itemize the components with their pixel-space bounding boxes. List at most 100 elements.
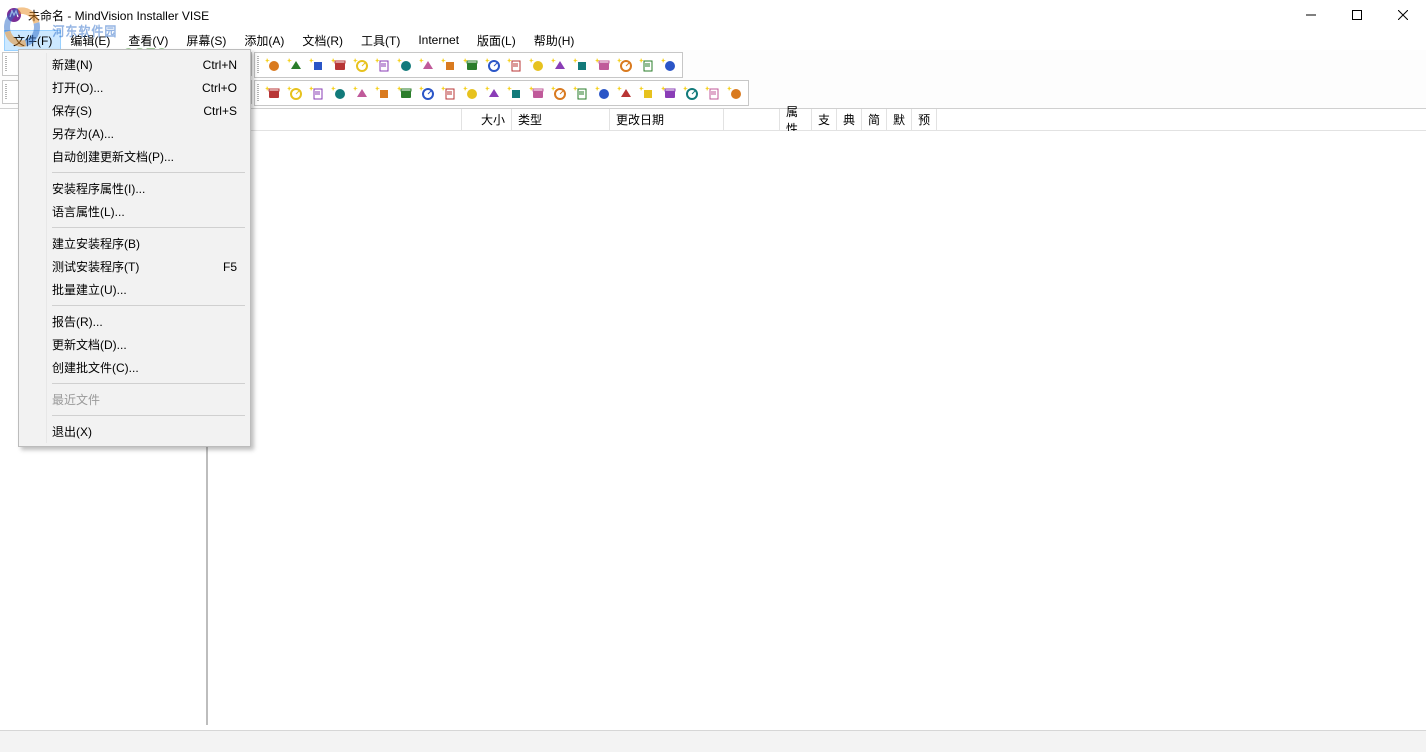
mi-update-doc[interactable]: 更新文档(D)... xyxy=(22,333,247,356)
menu-separator xyxy=(52,383,245,384)
tb2-pict[interactable] xyxy=(439,83,459,103)
menu-separator xyxy=(52,172,245,173)
tb-folder[interactable] xyxy=(593,55,613,75)
tb-run[interactable] xyxy=(615,55,635,75)
menu-item-shortcut: F5 xyxy=(223,260,237,274)
tb-compass[interactable] xyxy=(351,55,371,75)
menu-item-label: 新建(N) xyxy=(52,56,93,73)
col-rest[interactable] xyxy=(937,109,1426,130)
tb2-gear2[interactable] xyxy=(681,83,701,103)
tb-globe-spark[interactable] xyxy=(263,55,283,75)
col-c2[interactable]: 典 xyxy=(837,109,862,130)
tb2-qmark[interactable] xyxy=(263,83,283,103)
tb-page[interactable] xyxy=(659,55,679,75)
menu-item-label: 批量建立(U)... xyxy=(52,281,127,298)
menu-item-shortcut: Ctrl+N xyxy=(203,58,237,72)
tb2-panel[interactable] xyxy=(549,83,569,103)
tb2-square[interactable] xyxy=(593,83,613,103)
menu-file[interactable]: 文件(F) xyxy=(4,30,61,51)
mi-lang-props[interactable]: 语言属性(L)... xyxy=(22,200,247,223)
mi-install-props[interactable]: 安装程序属性(I)... xyxy=(22,177,247,200)
menu-archive[interactable]: 文档(R) xyxy=(293,30,352,51)
tb2-clock[interactable] xyxy=(395,83,415,103)
menu-tools[interactable]: 工具(T) xyxy=(352,30,409,51)
tb-file-spark[interactable] xyxy=(549,55,569,75)
menu-item-shortcut: Ctrl+O xyxy=(202,81,237,95)
menu-separator xyxy=(52,305,245,306)
tb-doc[interactable] xyxy=(439,55,459,75)
mi-test[interactable]: 测试安装程序(T) F5 xyxy=(22,255,247,278)
tb2-puzzle[interactable] xyxy=(505,83,525,103)
mi-exit[interactable]: 退出(X) xyxy=(22,420,247,443)
col-attr[interactable]: 属性 xyxy=(780,109,812,130)
tb-window[interactable] xyxy=(417,55,437,75)
mi-create-batch[interactable]: 创建批文件(C)... xyxy=(22,356,247,379)
tb-form[interactable] xyxy=(461,55,481,75)
col-c1[interactable]: 支 xyxy=(812,109,837,130)
tb-lines[interactable] xyxy=(307,55,327,75)
tb2-box[interactable] xyxy=(637,83,657,103)
tb-sheet[interactable] xyxy=(505,55,525,75)
menu-layout[interactable]: 版面(L) xyxy=(468,30,525,51)
col-date[interactable]: 更改日期 xyxy=(610,109,724,130)
menu-item-label: 语言属性(L)... xyxy=(52,203,125,220)
tb2-last[interactable] xyxy=(725,83,745,103)
menu-item-label: 另存为(A)... xyxy=(52,125,114,142)
tb-sun[interactable] xyxy=(395,55,415,75)
tb2-brush[interactable] xyxy=(461,83,481,103)
mi-autoupdate[interactable]: 自动创建更新文档(P)... xyxy=(22,145,247,168)
tb-note[interactable] xyxy=(527,55,547,75)
mi-save[interactable]: 保存(S)Ctrl+S xyxy=(22,99,247,122)
tb2-stop[interactable] xyxy=(659,83,679,103)
mi-report[interactable]: 报告(R)... xyxy=(22,310,247,333)
menu-item-label: 保存(S) xyxy=(52,102,92,119)
menu-add[interactable]: 添加(A) xyxy=(235,30,293,51)
tb2-doc[interactable] xyxy=(351,83,371,103)
list-pane: 大小 类型 更改日期 属性 支 典 简 默 预 xyxy=(208,109,1426,725)
app-icon xyxy=(6,7,22,23)
col-c5[interactable]: 预 xyxy=(912,109,937,130)
tb2-star[interactable] xyxy=(527,83,547,103)
col-c3[interactable]: 简 xyxy=(862,109,887,130)
tb2-lines[interactable] xyxy=(329,83,349,103)
mi-recent: 最近文件 xyxy=(22,388,247,411)
menu-edit[interactable]: 编辑(E) xyxy=(61,30,119,51)
maximize-button[interactable] xyxy=(1334,0,1380,30)
tb-find[interactable] xyxy=(571,55,591,75)
col-type[interactable]: 类型 xyxy=(512,109,610,130)
menu-item-label: 测试安装程序(T) xyxy=(52,258,139,275)
col-c4[interactable]: 默 xyxy=(887,109,912,130)
minimize-button[interactable] xyxy=(1288,0,1334,30)
tb2-paint[interactable] xyxy=(483,83,503,103)
col-spacer[interactable] xyxy=(724,109,780,130)
tb2-form[interactable] xyxy=(373,83,393,103)
menu-screen[interactable]: 屏幕(S) xyxy=(177,30,235,51)
menu-separator xyxy=(52,415,245,416)
mi-new[interactable]: 新建(N) Ctrl+N xyxy=(22,53,247,76)
mi-batch[interactable]: 批量建立(U)... xyxy=(22,278,247,301)
menu-internet[interactable]: Internet xyxy=(409,31,468,49)
menu-help[interactable]: 帮助(H) xyxy=(525,30,584,51)
list-body[interactable] xyxy=(208,131,1426,725)
tb2-note[interactable] xyxy=(307,83,327,103)
list-header: 大小 类型 更改日期 属性 支 典 简 默 预 xyxy=(208,109,1426,131)
mi-build[interactable]: 建立安装程序(B) xyxy=(22,232,247,255)
menu-item-label: 自动创建更新文档(P)... xyxy=(52,148,174,165)
tb-copy[interactable] xyxy=(329,55,349,75)
tb2-letter[interactable] xyxy=(615,83,635,103)
window-title: 未命名 - MindVision Installer VISE xyxy=(28,7,209,24)
mi-saveas[interactable]: 另存为(A)... xyxy=(22,122,247,145)
tb2-disk[interactable] xyxy=(417,83,437,103)
tb2-sheet[interactable] xyxy=(571,83,591,103)
tb-world[interactable] xyxy=(373,55,393,75)
tb-arrow[interactable] xyxy=(285,55,305,75)
close-button[interactable] xyxy=(1380,0,1426,30)
tb2-star2[interactable] xyxy=(703,83,723,103)
tb2-page[interactable] xyxy=(285,83,305,103)
tb-panel[interactable] xyxy=(483,55,503,75)
menu-item-label: 退出(X) xyxy=(52,423,92,440)
tb-gear[interactable] xyxy=(637,55,657,75)
col-size[interactable]: 大小 xyxy=(462,109,512,130)
menu-view[interactable]: 查看(V) xyxy=(119,30,177,51)
mi-open[interactable]: 打开(O)...Ctrl+O xyxy=(22,76,247,99)
